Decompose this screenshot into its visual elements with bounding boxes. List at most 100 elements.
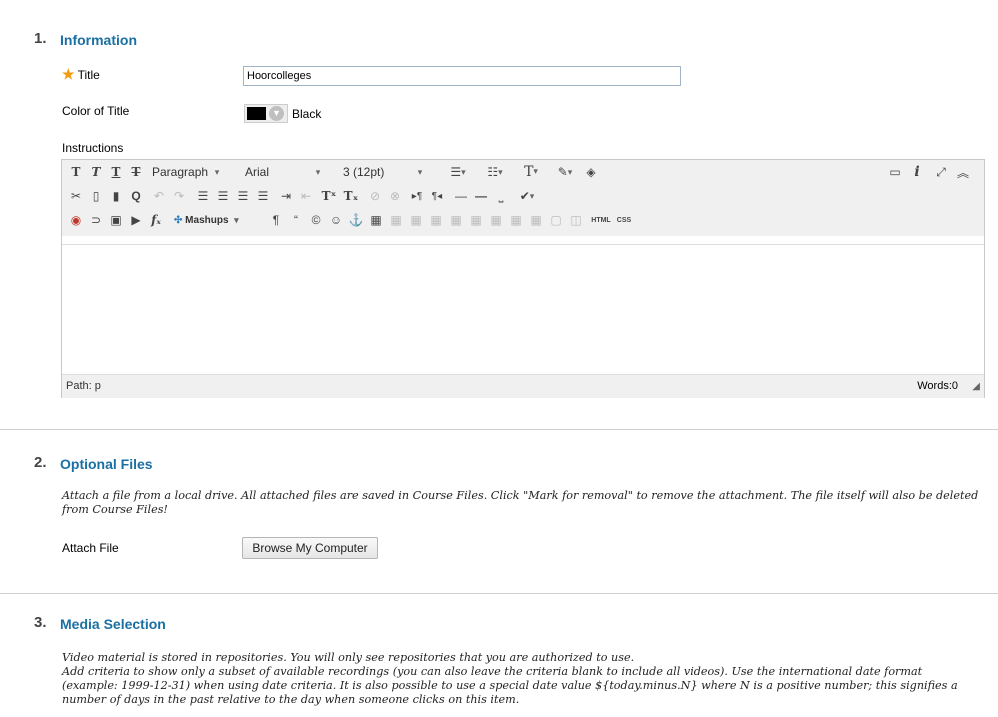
align-right-icon[interactable]: ☰: [234, 187, 252, 205]
optional-files-description: Attach a file from a local drive. All at…: [62, 489, 979, 516]
section-divider: [0, 429, 998, 430]
color-value: Black: [292, 107, 322, 121]
rich-text-editor: T T T T Paragraph ▾ Arial ▾ 3 (12pt) ▾ ☰…: [61, 159, 985, 398]
table-cell-props-icon[interactable]: ▦: [407, 211, 425, 229]
chevron-down-icon: ▾: [214, 166, 220, 177]
toolbar-row-1: T T T T Paragraph ▾ Arial ▾ 3 (12pt) ▾ ☰…: [62, 160, 984, 184]
rtl-icon[interactable]: ¶◂: [428, 187, 446, 205]
fullscreen-icon[interactable]: ⤢: [932, 163, 950, 181]
anchor-icon[interactable]: ⚓: [347, 211, 365, 229]
text-color-icon[interactable]: T ▾: [518, 163, 544, 181]
delete-col-icon[interactable]: ▦: [527, 211, 545, 229]
formula-icon[interactable]: fₓ: [147, 211, 165, 229]
title-label-text: Title: [77, 68, 100, 82]
justify-icon[interactable]: ☰: [254, 187, 272, 205]
font-size-dropdown[interactable]: 3 (12pt) ▾: [343, 163, 443, 181]
strikethrough-icon[interactable]: T: [127, 163, 145, 181]
chevron-down-icon: ▾: [315, 166, 321, 177]
quote-icon[interactable]: “: [287, 211, 305, 229]
copy-icon[interactable]: ▯: [87, 187, 105, 205]
align-left-icon[interactable]: ☰: [194, 187, 212, 205]
section-divider: [0, 593, 998, 594]
resize-handle-icon[interactable]: ◢: [972, 381, 980, 392]
mashups-label: Mashups: [185, 214, 229, 226]
media-selection-line-4: number of days in the past relative to t…: [62, 693, 520, 706]
font-family-dropdown[interactable]: Arial ▾: [245, 163, 345, 181]
align-center-icon[interactable]: ☰: [214, 187, 232, 205]
spellcheck-icon[interactable]: ✔ ▾: [514, 187, 540, 205]
emoticon-icon[interactable]: ☺: [327, 211, 345, 229]
css-icon[interactable]: CSS: [613, 211, 635, 229]
pilcrow-icon[interactable]: ¶: [267, 211, 285, 229]
mashups-icon: ✣: [174, 214, 183, 226]
chevron-down-icon: ▾: [234, 214, 239, 225]
undo-icon[interactable]: ↶: [150, 187, 168, 205]
insert-row-before-icon[interactable]: ▦: [427, 211, 445, 229]
eraser-icon[interactable]: ◈: [582, 163, 600, 181]
image-icon[interactable]: ▣: [107, 211, 125, 229]
section-title: Information: [60, 32, 137, 48]
unlink-icon[interactable]: ⊗: [386, 187, 404, 205]
collapse-toolbar-icon[interactable]: ︽: [954, 163, 972, 181]
highlight-icon[interactable]: ✎ ▾: [552, 163, 578, 181]
merge-cells-icon[interactable]: ◫: [567, 211, 585, 229]
link-icon[interactable]: ⊘: [366, 187, 384, 205]
redo-icon[interactable]: ↷: [170, 187, 188, 205]
ltr-icon[interactable]: ▸¶: [408, 187, 426, 205]
section-title: Optional Files: [60, 456, 153, 472]
delete-row-icon[interactable]: ▦: [467, 211, 485, 229]
horizontal-rule-icon[interactable]: —: [452, 187, 470, 205]
chevron-down-icon[interactable]: ▼: [269, 106, 284, 121]
insert-col-before-icon[interactable]: ▦: [487, 211, 505, 229]
toolbar-row-2: ✂ ▯ ▮ Q ↶ ↷ ☰ ☰ ☰ ☰ ⇥ ⇤ Tˣ Tₓ ⊘ ⊗ ▸¶ ¶◂ …: [62, 184, 984, 208]
indent-icon[interactable]: ⇥: [277, 187, 295, 205]
info-icon[interactable]: i: [908, 163, 926, 181]
paragraph-format-dropdown[interactable]: Paragraph ▾: [152, 163, 242, 181]
numbered-list-icon[interactable]: ☷ ▾: [482, 163, 508, 181]
html-source-icon[interactable]: HTML: [589, 211, 613, 229]
find-icon[interactable]: Q: [127, 187, 145, 205]
bullet-list-icon[interactable]: ☰ ▾: [445, 163, 471, 181]
nonbreaking-space-icon[interactable]: ⎵: [492, 187, 510, 205]
title-input[interactable]: [243, 66, 681, 86]
superscript-icon[interactable]: Tˣ: [320, 187, 338, 205]
instructions-label: Instructions: [62, 141, 124, 155]
subscript-icon[interactable]: Tₓ: [342, 187, 360, 205]
media-selection-line-2: Add criteria to show only a subset of av…: [62, 665, 923, 678]
element-path: Path: p: [66, 380, 101, 392]
cut-icon[interactable]: ✂: [67, 187, 85, 205]
editor-content-area[interactable]: [62, 244, 984, 375]
word-count: Words:0: [917, 380, 958, 392]
color-of-title-label: Color of Title: [62, 104, 130, 118]
insert-row-after-icon[interactable]: ▦: [447, 211, 465, 229]
font-family-value: Arial: [245, 165, 270, 179]
section-number: 1.: [34, 30, 47, 47]
browse-my-computer-button[interactable]: Browse My Computer: [242, 537, 378, 559]
color-swatch: [247, 107, 266, 120]
media-selection-line-3: (example: 1999-12-31) when using date cr…: [62, 679, 958, 692]
attach-file-label: Attach File: [62, 541, 119, 555]
color-picker[interactable]: ▼: [244, 104, 288, 123]
table-row-props-icon[interactable]: ▦: [387, 211, 405, 229]
paste-icon[interactable]: ▮: [107, 187, 125, 205]
attachment-icon[interactable]: ⊃: [87, 211, 105, 229]
section-number: 2.: [34, 454, 47, 471]
font-size-value: 3 (12pt): [343, 165, 385, 179]
toolbar-row-3: ◉ ⊃ ▣ ▶ fₓ ✣ Mashups ▾ ¶ “ © ☺ ⚓ ▦ ▦ ▦ ▦…: [62, 208, 984, 236]
title-label: ★ Title: [62, 66, 100, 83]
outdent-icon[interactable]: ⇤: [297, 187, 315, 205]
copyright-icon[interactable]: ©: [307, 211, 325, 229]
bold-icon[interactable]: T: [67, 163, 85, 181]
preview-icon[interactable]: ▭: [886, 163, 904, 181]
media-icon[interactable]: ▶: [127, 211, 145, 229]
table-icon[interactable]: ▦: [367, 211, 385, 229]
section-title: Media Selection: [60, 616, 166, 632]
mashups-dropdown[interactable]: ✣ Mashups ▾: [174, 211, 264, 229]
record-icon[interactable]: ◉: [67, 211, 85, 229]
insert-col-after-icon[interactable]: ▦: [507, 211, 525, 229]
split-cells-icon[interactable]: ▢: [547, 211, 565, 229]
required-star-icon: ★: [62, 66, 75, 82]
underline-icon[interactable]: T: [107, 163, 125, 181]
horizontal-line-icon[interactable]: —: [472, 187, 490, 205]
italic-icon[interactable]: T: [87, 163, 105, 181]
